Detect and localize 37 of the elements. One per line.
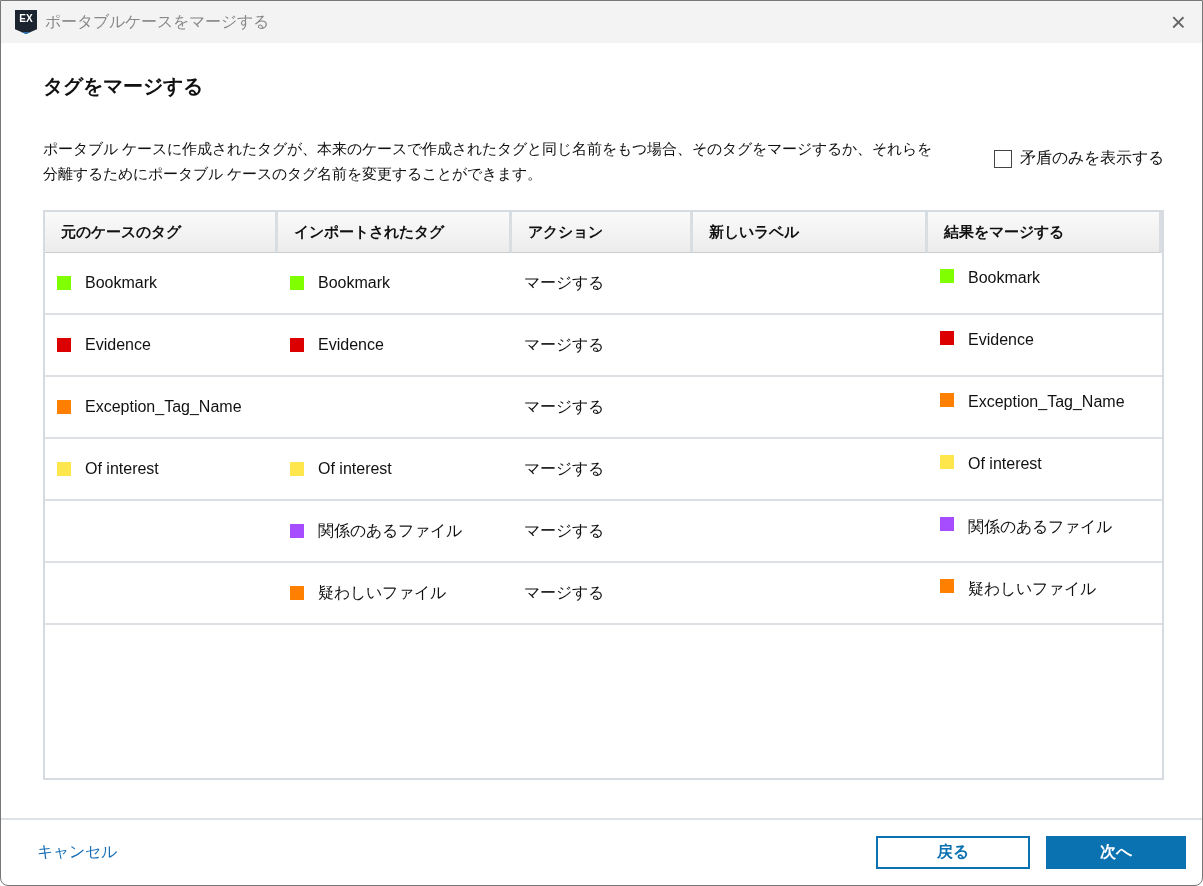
tag-name: Bookmark <box>85 274 158 293</box>
tag-name: Evidence <box>318 336 384 355</box>
tag-name: 関係のあるファイル <box>968 517 1112 538</box>
cancel-link[interactable]: キャンセル <box>37 842 876 864</box>
column-header[interactable]: アクション <box>512 212 693 254</box>
column-header[interactable]: 元のケースのタグ <box>45 212 278 254</box>
tag-name: 関係のあるファイル <box>318 520 462 541</box>
conflicts-only-checkbox[interactable]: 矛盾のみを表示する <box>994 148 1164 170</box>
action-text: マージする <box>524 458 604 479</box>
tag-name: Of interest <box>318 460 392 479</box>
tag-name: Evidence <box>968 331 1034 350</box>
action-text: マージする <box>524 396 604 417</box>
tag-name: Exception_Tag_Name <box>85 398 242 417</box>
checkbox-label: 矛盾のみを表示する <box>1020 148 1164 169</box>
action-text: マージする <box>524 272 604 293</box>
description-text: ポータブル ケースに作成されたタグが、本来のケースで作成されたタグと同じ名前をもつ場合、そのタグをマージするか、それらを分離するためにポータブル ケースのタグ名前を変更することができます。 <box>43 139 933 185</box>
column-header[interactable]: インポートされたタグ <box>278 212 512 254</box>
action-text: マージする <box>524 520 604 541</box>
column-header[interactable]: 結果をマージする <box>928 212 1162 254</box>
tag-name: Bookmark <box>968 269 1041 288</box>
window-title: ポータブルケースをマージする <box>45 11 270 32</box>
tag-name: 疑わしいファイル <box>318 582 446 603</box>
tag-name: Bookmark <box>318 274 391 293</box>
tag-name: 疑わしいファイル <box>968 579 1096 600</box>
close-button[interactable]: × <box>1166 9 1190 36</box>
tag-name: Evidence <box>85 336 151 355</box>
column-header[interactable]: 新しいラベル <box>693 212 928 254</box>
next-button[interactable]: 次へ <box>1046 836 1186 870</box>
back-button[interactable]: 戻る <box>876 836 1030 870</box>
tag-name: Of interest <box>968 455 1042 474</box>
app-logo-icon: EX <box>15 10 37 35</box>
tag-name: Of interest <box>85 460 159 479</box>
tag-name: Exception_Tag_Name <box>968 393 1125 412</box>
action-text: マージする <box>524 582 604 603</box>
checkbox-icon[interactable] <box>994 149 1012 168</box>
action-text: マージする <box>524 334 604 355</box>
page-heading: タグをマージする <box>43 74 204 100</box>
